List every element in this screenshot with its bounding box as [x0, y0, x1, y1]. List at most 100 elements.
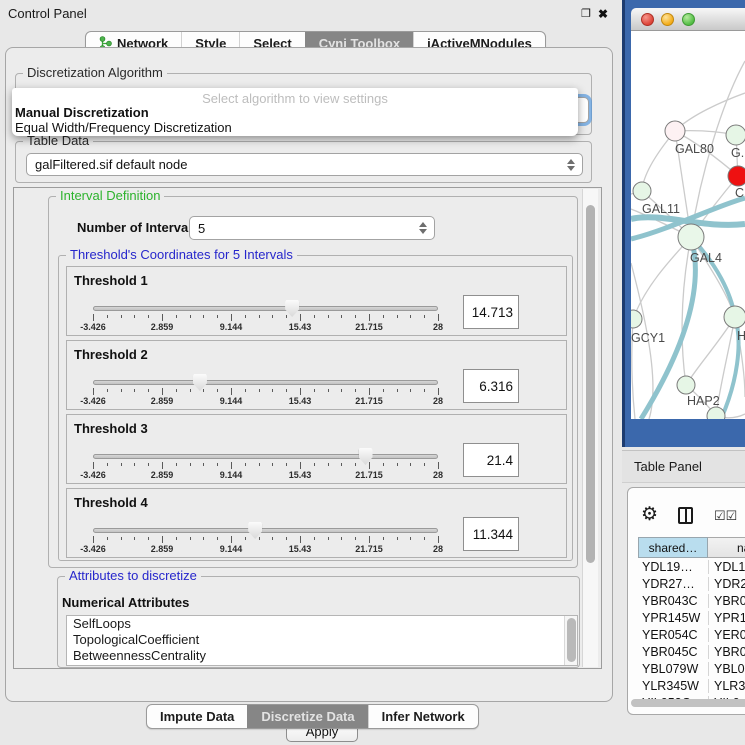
slider-track[interactable]: [93, 380, 438, 385]
tab-discretize-data[interactable]: Discretize Data: [247, 705, 367, 728]
network-node[interactable]: [631, 310, 642, 328]
attribute-items: SelfLoopsTopologicalCoefficientBetweenne…: [67, 616, 577, 664]
cell-shared-name: YBR045C: [638, 645, 708, 659]
minimize-traffic-light-icon[interactable]: [661, 13, 674, 26]
table-row[interactable]: YPR145WYPR1: [638, 609, 745, 626]
tab-impute-data[interactable]: Impute Data: [147, 705, 247, 728]
threshold-3-panel: Threshold 3-3.4262.8599.14415.4321.71528…: [66, 414, 567, 484]
tab-label: Infer Network: [382, 709, 465, 724]
network-node-label: C: [735, 186, 744, 200]
horizontal-scrollbar[interactable]: [631, 699, 745, 709]
dropdown-prompt[interactable]: Select algorithm to view settings: [12, 91, 578, 106]
cell-name: YBR0: [708, 594, 745, 608]
network-node[interactable]: [726, 125, 745, 145]
slider-tick-labels: -3.4262.8599.14415.4321.71528: [93, 544, 438, 554]
table-panel-strip: Table Panel: [622, 450, 745, 483]
table-row[interactable]: YBR045CYBR0: [638, 643, 745, 660]
group-title: Interval Definition: [56, 188, 164, 203]
split-columns-icon[interactable]: [678, 507, 693, 524]
spinner-icon: [567, 159, 575, 171]
tab-infer-network[interactable]: Infer Network: [368, 705, 478, 728]
interval-definition-group: Interval Definition Number of Intervals …: [48, 196, 578, 568]
table-panel-title: Table Panel: [634, 459, 702, 474]
checkbox-columns-icon[interactable]: ☑☑: [714, 509, 737, 522]
thresholds-group: Threshold's Coordinates for 5 Intervals …: [58, 255, 573, 561]
cell-name: YBR0: [708, 645, 745, 659]
table-row[interactable]: YDR27…YDR2: [638, 575, 745, 592]
cell-shared-name: YBR043C: [638, 594, 708, 608]
column-header-shared[interactable]: shared…: [638, 537, 708, 558]
cyni-toolbox-panel: Discretization Algorithm Table Data galF…: [5, 47, 613, 702]
network-node[interactable]: [633, 182, 651, 200]
gear-icon[interactable]: ⚙: [641, 505, 658, 524]
attribute-item[interactable]: TopologicalCoefficient: [67, 632, 577, 648]
network-node-label: GCY1: [631, 331, 665, 345]
group-title: Attributes to discretize: [65, 568, 201, 583]
table-rows[interactable]: YDL19…YDL1YDR27…YDR2YBR043CYBR0YPR145WYP…: [638, 558, 745, 699]
threshold-value-field[interactable]: 6.316: [463, 369, 519, 403]
network-node[interactable]: [678, 224, 704, 250]
slider-track[interactable]: [93, 454, 438, 459]
dropdown-option-equal-width[interactable]: Equal Width/Frequency Discretization: [15, 120, 232, 135]
float-window-icon[interactable]: ❐: [581, 7, 591, 20]
table-row[interactable]: YBL079WYBL0: [638, 660, 745, 677]
table-row[interactable]: YER054CYER0: [638, 626, 745, 643]
numerical-attributes-list[interactable]: SelfLoopsTopologicalCoefficientBetweenne…: [66, 615, 578, 666]
threshold-value-field[interactable]: 11.344: [463, 517, 519, 551]
close-traffic-light-icon[interactable]: [641, 13, 654, 26]
num-intervals-value: 5: [198, 221, 205, 236]
network-node-label: GAL4: [690, 251, 722, 265]
attribute-item[interactable]: SelfLoops: [67, 616, 577, 632]
numerical-attributes-label: Numerical Attributes: [62, 595, 189, 610]
threshold-label: Threshold 1: [74, 273, 148, 288]
zoom-traffic-light-icon[interactable]: [682, 13, 695, 26]
cell-shared-name: YLR345W: [638, 679, 708, 693]
vertical-scrollbar[interactable]: [582, 189, 598, 667]
network-node[interactable]: [665, 121, 685, 141]
network-titlebar: [631, 8, 745, 31]
network-node[interactable]: [677, 376, 695, 394]
cell-name: YDL1: [708, 560, 745, 574]
network-canvas[interactable]: GAL80G.CGAL11GAL4GCY1HHAP2: [631, 31, 745, 419]
slider-tick-labels: -3.4262.8599.14415.4321.71528: [93, 470, 438, 480]
attributes-group: Attributes to discretize Numerical Attri…: [57, 576, 580, 668]
attribute-item[interactable]: BetweennessCentrality: [67, 648, 577, 664]
table-row[interactable]: YDL19…YDL1: [638, 558, 745, 575]
cell-name: YER0: [708, 628, 745, 642]
algorithm-dropdown-popup: Select algorithm to view settings Manual…: [12, 88, 578, 136]
group-title: Threshold's Coordinates for 5 Intervals: [66, 247, 297, 262]
table-row[interactable]: YBR043CYBR0: [638, 592, 745, 609]
threshold-label: Threshold 2: [74, 347, 148, 362]
cell-name: YPR1: [708, 611, 745, 625]
network-node[interactable]: [724, 306, 745, 328]
panel-title: Control Panel: [8, 6, 87, 21]
table-data-combobox[interactable]: galFiltered.sif default node: [26, 153, 583, 176]
close-icon[interactable]: ✖: [598, 7, 608, 21]
network-node[interactable]: [728, 166, 745, 186]
bottom-tab-bar: Impute Data Discretize Data Infer Network: [146, 704, 479, 729]
spinner-icon: [419, 222, 427, 234]
network-node-label: HAP2: [687, 394, 720, 408]
column-header-name[interactable]: na: [708, 537, 745, 558]
table-row[interactable]: YLR345WYLR3: [638, 677, 745, 694]
network-node-label: GAL80: [675, 142, 714, 156]
cell-shared-name: YER054C: [638, 628, 708, 642]
network-node-label: G.: [731, 146, 744, 160]
threshold-value-field[interactable]: 14.713: [463, 295, 519, 329]
threshold-1-panel: Threshold 1-3.4262.8599.14415.4321.71528…: [66, 266, 567, 336]
slider-track[interactable]: [93, 306, 438, 311]
list-scrollbar[interactable]: [564, 616, 577, 665]
tab-label: Impute Data: [160, 709, 234, 724]
network-node-label: H: [737, 329, 745, 343]
threshold-value-field[interactable]: 21.4: [463, 443, 519, 477]
cell-shared-name: YDR27…: [638, 577, 708, 591]
num-intervals-combobox[interactable]: 5: [189, 216, 435, 240]
cell-shared-name: YBL079W: [638, 662, 708, 676]
table-header: shared… na: [638, 537, 745, 558]
cell-shared-name: YPR145W: [638, 611, 708, 625]
slider-tick-labels: -3.4262.8599.14415.4321.71528: [93, 396, 438, 406]
slider-track[interactable]: [93, 528, 438, 533]
num-intervals-label: Number of Intervals: [77, 220, 199, 235]
dropdown-option-manual[interactable]: Manual Discretization: [15, 105, 149, 120]
settings-scrollpane: Interval Definition Number of Intervals …: [13, 187, 602, 669]
